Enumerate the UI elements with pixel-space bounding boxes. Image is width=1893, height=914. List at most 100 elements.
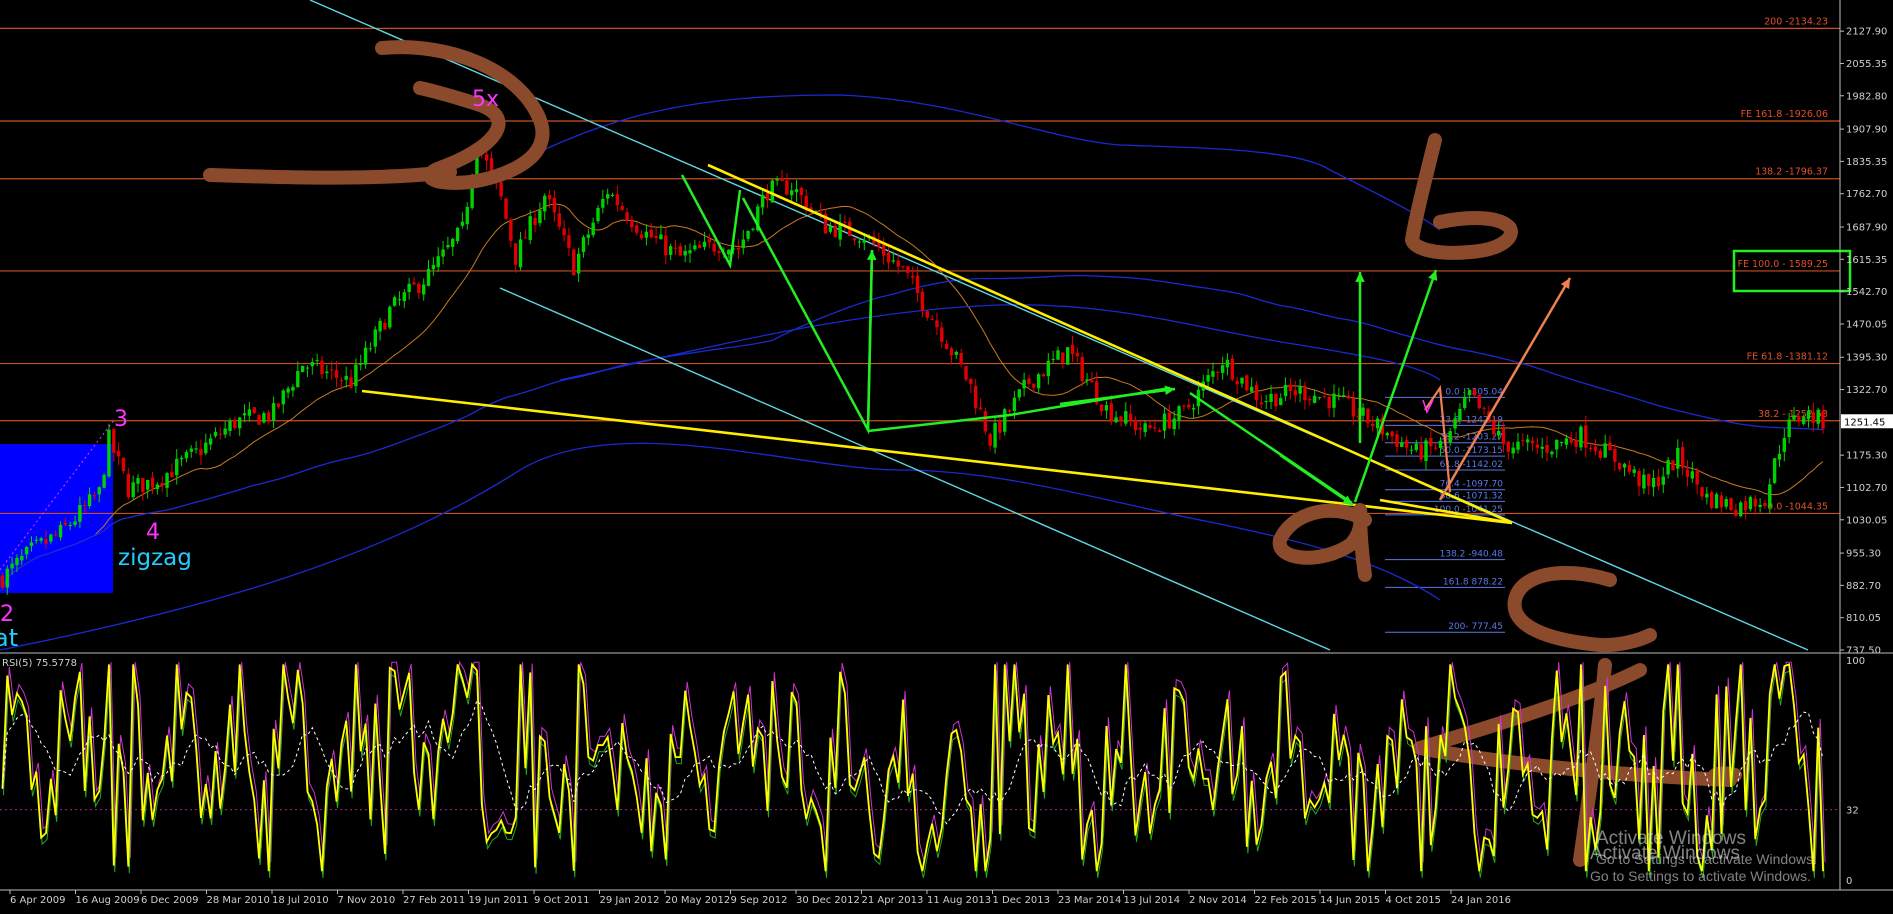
fib-level-label: FE 161.8 -1926.06 <box>1741 109 1828 120</box>
candle-body <box>267 412 271 421</box>
candle-body <box>189 448 193 452</box>
candle-body <box>325 371 329 374</box>
candle-body <box>1506 441 1511 452</box>
candle-body <box>1734 509 1738 516</box>
candle-body <box>1070 344 1075 355</box>
candle-body <box>857 241 862 243</box>
candle-body <box>1647 474 1651 486</box>
candle-body <box>0 575 5 588</box>
candle-body <box>1574 440 1578 447</box>
price-axis-tick-label: 1395.30 <box>1846 353 1887 364</box>
candle-body <box>126 473 131 498</box>
candle-body <box>601 199 605 208</box>
candle-body <box>528 216 532 240</box>
candle-body <box>1109 403 1113 421</box>
candle-body <box>799 187 804 196</box>
candle-body <box>63 522 68 525</box>
candle-body <box>746 230 750 239</box>
candle-body <box>107 429 111 477</box>
time-axis-tick-label: 7 Nov 2010 <box>338 895 396 906</box>
fib-level-label: 0.0 -1044.35 <box>1767 501 1828 512</box>
candle-body <box>242 413 247 416</box>
candle-body <box>116 450 121 457</box>
candle-body <box>204 442 208 454</box>
wave-label-3: 3 <box>114 407 128 432</box>
candle-body <box>20 555 24 561</box>
candle-body <box>1235 381 1239 385</box>
candle-body <box>1346 395 1351 399</box>
candle-body <box>1061 352 1065 363</box>
candle-body <box>165 473 169 488</box>
time-axis-tick-label: 21 Apr 2013 <box>862 895 924 906</box>
candle-body <box>683 250 687 256</box>
candle-body <box>949 348 954 356</box>
candle-body <box>5 568 9 588</box>
fib-level-label: FE 61.8 -1381.12 <box>1747 352 1828 363</box>
candle-body <box>833 225 837 237</box>
candle-body <box>610 194 615 196</box>
price-axis-tick-label: 1175.30 <box>1846 451 1887 462</box>
candle-body <box>1366 408 1370 424</box>
candle-body <box>547 194 552 200</box>
candle-body <box>1337 394 1341 396</box>
candle-body <box>446 245 450 248</box>
candle-body <box>184 452 189 459</box>
candle-body <box>237 417 242 429</box>
time-axis-tick-label: 13 Jul 2014 <box>1124 895 1181 906</box>
candle-body <box>1555 439 1559 450</box>
candle-body <box>1249 386 1254 392</box>
candle-body <box>1564 438 1569 445</box>
candle-body <box>765 193 770 201</box>
price-axis-tick-label: 1687.90 <box>1846 223 1887 234</box>
candle-body <box>1017 389 1021 398</box>
time-axis-tick-label: 14 Jun 2015 <box>1320 895 1380 906</box>
candle-body <box>136 478 140 484</box>
candle-body <box>97 487 101 495</box>
candle-body <box>1332 393 1336 408</box>
candle-body <box>1661 476 1665 485</box>
candle-body <box>1680 447 1685 468</box>
candle-body <box>58 524 63 538</box>
candle-body <box>576 253 581 274</box>
candle-body <box>741 239 745 248</box>
candle-body <box>896 260 900 267</box>
time-axis-tick-label: 20 May 2012 <box>665 895 730 906</box>
candle-body <box>1642 474 1646 489</box>
candle-body <box>1797 416 1801 422</box>
candle-body <box>339 379 344 382</box>
candle-body <box>1516 441 1520 450</box>
candle-body <box>1550 451 1554 455</box>
candle-body <box>1230 358 1235 380</box>
candle-body <box>329 369 334 371</box>
wave-label-4: 4 <box>146 520 160 545</box>
candle-body <box>1419 443 1423 460</box>
candle-body <box>659 234 663 240</box>
price-axis-tick-label: 2127.90 <box>1846 27 1887 38</box>
price-axis-tick-label: 737.50 <box>1846 646 1881 657</box>
candle-body <box>1545 444 1549 453</box>
candle-body <box>1138 427 1143 430</box>
candle-body <box>1187 404 1191 408</box>
candle-body <box>944 343 949 350</box>
candle-body <box>175 458 179 476</box>
candle-body <box>296 371 300 388</box>
candle-body <box>407 283 411 293</box>
candle-body <box>664 235 668 256</box>
candle-body <box>233 419 237 428</box>
candle-body <box>53 534 58 536</box>
candle-body <box>315 360 319 362</box>
candle-body <box>1162 413 1167 431</box>
time-axis-tick-label: 19 Jun 2011 <box>469 895 529 906</box>
candle-body <box>344 375 348 380</box>
fib-level-label: 138.2 -1796.37 <box>1755 167 1828 178</box>
candle-body <box>426 268 431 286</box>
candle-body <box>1400 442 1404 448</box>
time-axis-tick-label: 30 Dec 2012 <box>796 895 860 906</box>
candle-body <box>543 195 547 212</box>
candle-body <box>736 247 741 250</box>
time-axis-tick-label: 2 Nov 2014 <box>1189 895 1247 906</box>
candle-body <box>489 158 494 171</box>
candle-body <box>596 208 600 222</box>
candle-body <box>930 318 934 320</box>
candle-body <box>1065 347 1070 365</box>
